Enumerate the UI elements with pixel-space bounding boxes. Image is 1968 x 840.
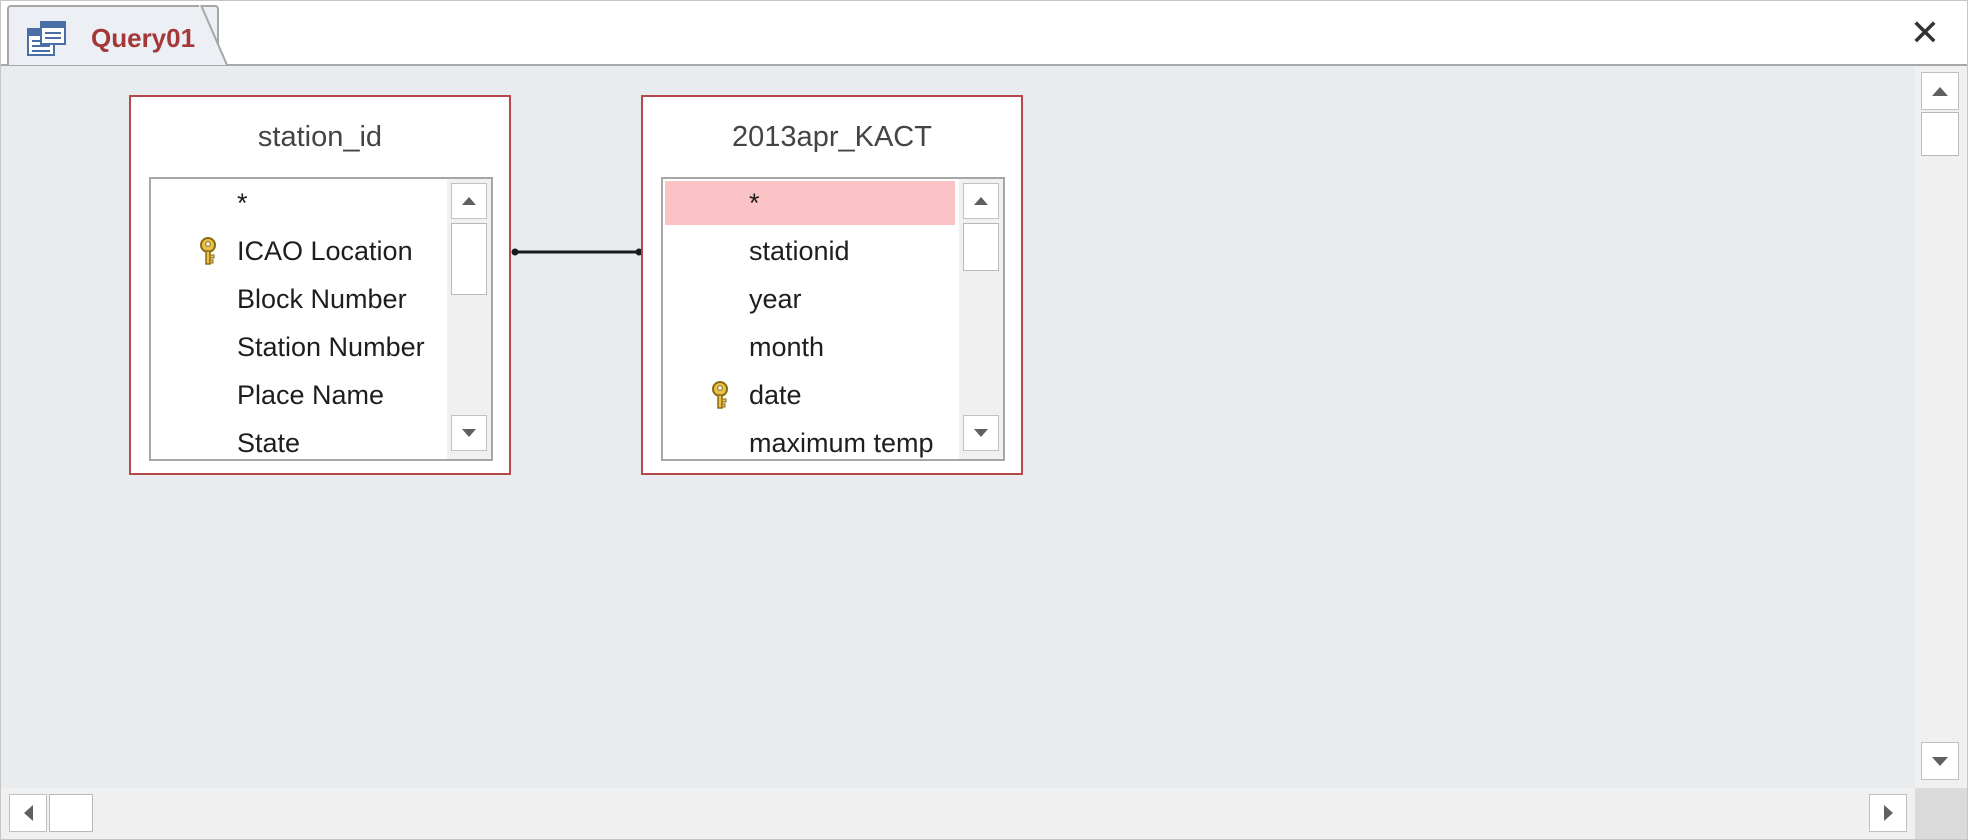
close-button[interactable]: ✕ [1901,11,1949,55]
arrow-up-icon [974,197,988,205]
arrow-down-icon [1932,756,1948,766]
field-list-station-id[interactable]: station_id * ICAO Location Block Number … [129,95,511,475]
primary-key-icon [200,237,216,265]
vertical-scrollbar[interactable] [1915,66,1967,788]
field-label: ICAO Location [237,236,413,266]
field-row[interactable]: * [665,181,955,225]
field-row[interactable]: maximum temp [663,419,963,459]
tab-edge [199,5,228,65]
field-list-title[interactable]: station_id [131,119,509,155]
field-row[interactable]: Place Name [151,371,451,419]
field-row[interactable]: * [151,179,451,227]
tab-title: Query01 [91,23,196,53]
scroll-up-button[interactable] [1921,72,1959,110]
scroll-thumb[interactable] [1921,112,1959,156]
field-label: date [749,380,802,410]
field-row[interactable]: date [663,371,963,419]
query-design-window: Query01 ✕ station_id * ICAO Location Blo… [0,0,1968,840]
arrow-down-icon [974,429,988,437]
query-design-surface[interactable]: station_id * ICAO Location Block Number … [1,66,1915,788]
field-list-2013apr-kact[interactable]: 2013apr_KACT * stationid year month date… [641,95,1023,475]
field-row[interactable]: State [151,419,451,459]
field-list-title[interactable]: 2013apr_KACT [643,119,1021,155]
document-tab-strip: Query01 ✕ [1,1,1967,66]
field-label: year [749,284,802,314]
field-label: * [237,188,248,218]
field-label: State [237,428,301,458]
arrow-right-icon [1883,805,1893,821]
arrow-down-icon [462,429,476,437]
field-row[interactable]: ICAO Location [151,227,451,275]
arrow-up-icon [1932,86,1948,96]
arrow-up-icon [462,197,476,205]
relationship-join-line[interactable] [501,244,651,260]
horizontal-scrollbar[interactable] [1,788,1915,839]
field-row[interactable]: year [663,275,963,323]
field-list-scrollbar[interactable] [959,179,1003,459]
field-list-box: * ICAO Location Block Number Station Num… [149,177,493,461]
scroll-thumb[interactable] [451,223,487,295]
scroll-up-button[interactable] [451,183,487,219]
tab-query01[interactable]: Query01 [7,5,219,65]
field-list-box: * stationid year month date maximum temp [661,177,1005,461]
query-icon [27,21,66,56]
field-label: Station Number [237,332,425,362]
field-label: Place Name [237,380,385,410]
scroll-left-button[interactable] [9,794,47,832]
scroll-down-button[interactable] [963,415,999,451]
field-label: * [749,188,760,218]
scroll-down-button[interactable] [451,415,487,451]
arrow-left-icon [23,805,33,821]
scroll-up-button[interactable] [963,183,999,219]
field-label: stationid [749,236,850,266]
scroll-down-button[interactable] [1921,742,1959,780]
scroll-thumb[interactable] [963,223,999,271]
field-label: maximum temp [749,428,934,458]
field-label: Block Number [237,284,407,314]
field-label: month [749,332,825,362]
field-row[interactable]: Block Number [151,275,451,323]
field-row[interactable]: month [663,323,963,371]
scroll-right-button[interactable] [1869,794,1907,832]
field-row[interactable]: stationid [663,227,963,275]
primary-key-icon [712,381,728,409]
field-row[interactable]: Station Number [151,323,451,371]
field-list-scrollbar[interactable] [447,179,491,459]
scroll-thumb[interactable] [49,794,93,832]
scrollbar-corner [1915,788,1967,839]
